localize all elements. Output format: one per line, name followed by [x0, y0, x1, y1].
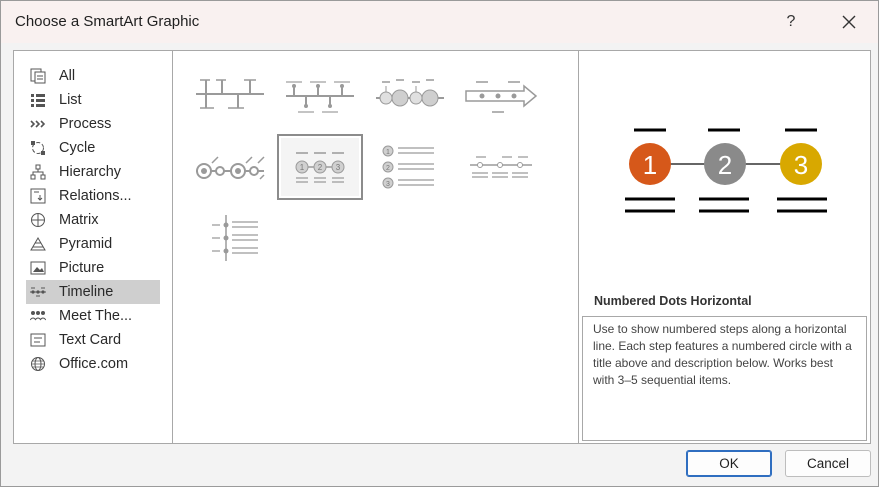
hierarchy-icon	[29, 164, 47, 180]
svg-text:1: 1	[300, 163, 305, 172]
svg-text:2: 2	[386, 165, 390, 172]
category-label: Matrix	[59, 212, 99, 228]
category-item-matrix[interactable]: Matrix	[26, 208, 160, 232]
circle-accent-timeline-thumb[interactable]	[367, 63, 453, 129]
preview-step-1: 1	[629, 143, 671, 185]
basic-timeline-thumb[interactable]	[187, 63, 273, 129]
category-label: List	[59, 92, 82, 108]
dotted-line-timeline-thumb[interactable]	[457, 134, 543, 200]
close-icon	[842, 15, 856, 29]
smartart-dialog: Choose a SmartArt Graphic ? All List Pro…	[0, 0, 879, 487]
category-label: Process	[59, 116, 112, 132]
all-icon	[29, 68, 47, 84]
people-icon	[29, 308, 47, 324]
globe-icon	[29, 356, 47, 372]
close-button[interactable]	[831, 7, 867, 37]
cancel-button[interactable]: Cancel	[785, 450, 871, 477]
category-list: All List Process Cycle Hierarchy Relatio…	[13, 50, 173, 444]
category-label: Office.com	[59, 356, 129, 372]
matrix-icon	[29, 212, 47, 228]
svg-text:3: 3	[336, 163, 341, 172]
preview-pane: 1 2 3 Numbered Dots Horizontal Use to sh…	[578, 50, 871, 444]
arrow-timeline-thumb[interactable]	[457, 63, 543, 129]
category-item-process[interactable]: Process	[26, 112, 160, 136]
preview-step-3: 3	[780, 143, 822, 185]
svg-text:2: 2	[318, 163, 323, 172]
category-item-relationship[interactable]: Relations...	[26, 184, 160, 208]
step-number: 2	[718, 150, 732, 180]
branched-timeline-thumb[interactable]	[277, 63, 363, 129]
relationship-icon	[29, 188, 47, 204]
layout-preview: 1 2 3	[625, 128, 827, 213]
category-item-meet-the-team[interactable]: Meet The...	[26, 304, 160, 328]
circle-chain-timeline-thumb[interactable]	[187, 134, 273, 200]
category-item-cycle[interactable]: Cycle	[26, 136, 160, 160]
layout-gallery: 1 2 3 1 2 3	[172, 50, 579, 444]
category-item-text-card[interactable]: Text Card	[26, 328, 160, 352]
category-label: All	[59, 68, 76, 84]
step-number: 1	[643, 150, 657, 180]
text-card-icon	[29, 332, 47, 348]
category-item-pyramid[interactable]: Pyramid	[26, 232, 160, 256]
layout-title: Numbered Dots Horizontal	[594, 294, 752, 308]
numbered-list-timeline-thumb[interactable]: 1 2 3	[367, 134, 453, 200]
category-label: Meet The...	[59, 308, 133, 324]
cycle-icon	[29, 140, 47, 156]
category-label: Relations...	[59, 188, 132, 204]
category-item-picture[interactable]: Picture	[26, 256, 160, 280]
category-label: Picture	[59, 260, 105, 276]
list-icon	[29, 92, 47, 108]
category-item-timeline[interactable]: Timeline	[26, 280, 160, 304]
title-bar: Choose a SmartArt Graphic ?	[1, 1, 878, 43]
category-item-list[interactable]: List	[26, 88, 160, 112]
process-icon	[29, 116, 47, 132]
svg-text:3: 3	[386, 181, 390, 188]
layout-description: Use to show numbered steps along a horiz…	[582, 316, 867, 441]
category-item-office-com[interactable]: Office.com	[26, 352, 160, 376]
category-label: Timeline	[59, 284, 114, 300]
category-item-hierarchy[interactable]: Hierarchy	[26, 160, 160, 184]
timeline-icon	[29, 284, 47, 300]
category-item-all[interactable]: All	[26, 64, 160, 88]
picture-icon	[29, 260, 47, 276]
svg-text:1: 1	[386, 149, 390, 156]
dialog-title: Choose a SmartArt Graphic	[15, 13, 200, 30]
numbered-dots-horizontal-thumb[interactable]: 1 2 3	[277, 134, 363, 200]
category-label: Text Card	[59, 332, 122, 348]
ok-button[interactable]: OK	[686, 450, 772, 477]
preview-description-lines	[625, 197, 827, 213]
category-label: Pyramid	[59, 236, 113, 252]
vertical-timeline-thumb[interactable]	[187, 205, 273, 271]
preview-step-2: 2	[704, 143, 746, 185]
help-button[interactable]: ?	[773, 7, 809, 37]
step-number: 3	[794, 150, 808, 180]
category-label: Cycle	[59, 140, 96, 156]
category-label: Hierarchy	[59, 164, 122, 180]
pyramid-icon	[29, 236, 47, 252]
